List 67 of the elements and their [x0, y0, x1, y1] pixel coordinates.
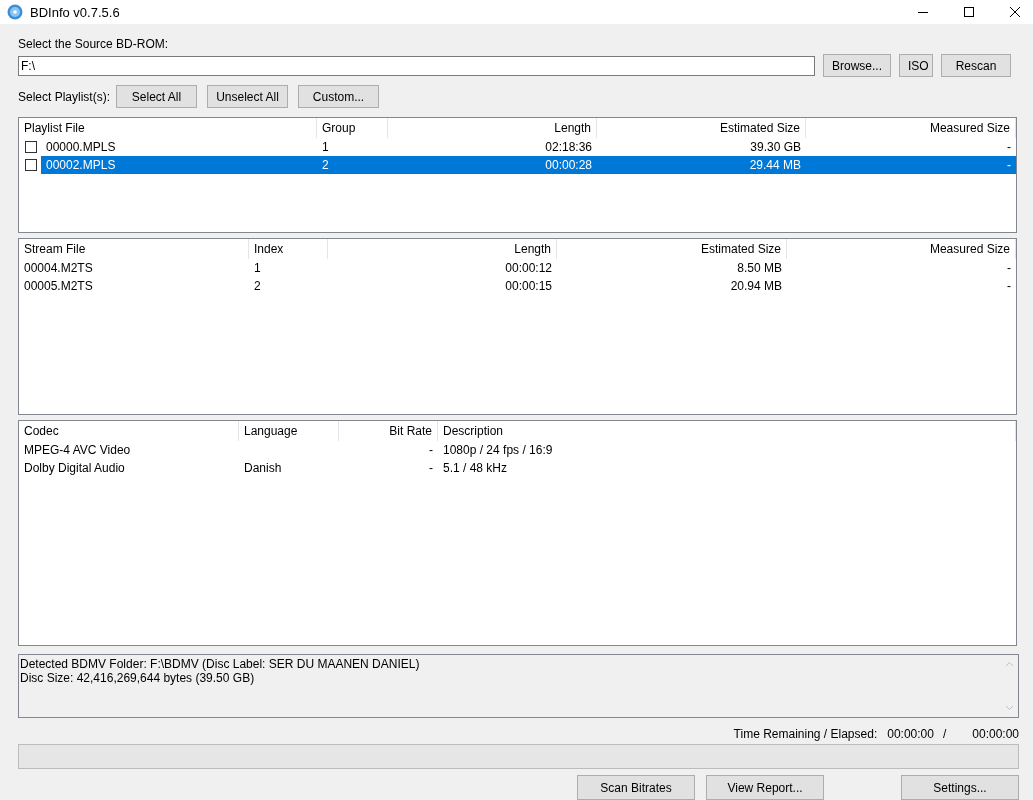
scan-bitrates-button[interactable]: Scan Bitrates — [577, 775, 695, 800]
maximize-icon[interactable] — [963, 6, 975, 18]
close-icon[interactable] — [1009, 6, 1021, 18]
table-cell-text: 5.1 / 48 kHz — [442, 460, 509, 477]
column-header[interactable]: Group — [317, 118, 388, 138]
table-cell-text: 8.50 MB — [736, 260, 783, 277]
column-header[interactable]: Description — [438, 421, 1016, 441]
table-cell-text: Dolby Digital Audio — [23, 460, 126, 477]
window-title: BDInfo v0.7.5.6 — [30, 4, 120, 20]
column-header[interactable]: Index — [249, 239, 328, 259]
column-header[interactable]: Estimated Size — [597, 118, 806, 138]
disc-icon — [7, 4, 23, 20]
source-button[interactable]: Browse... — [823, 54, 891, 77]
column-header[interactable]: Bit Rate — [339, 421, 438, 441]
playlist-select-button[interactable]: Select All — [116, 85, 197, 108]
table-cell-text: Danish — [243, 460, 283, 477]
table-cell-text: - — [1006, 157, 1012, 174]
table-cell-text: - — [428, 442, 434, 459]
table-cell-text: 1080p / 24 fps / 16:9 — [442, 442, 554, 459]
checkbox[interactable] — [25, 141, 37, 153]
table-cell-text: 2 — [321, 157, 330, 174]
column-header[interactable]: Measured Size — [787, 239, 1016, 259]
table-cell-text: 1 — [253, 260, 262, 277]
table-cell-text: - — [428, 460, 434, 477]
checkbox[interactable] — [25, 159, 37, 171]
column-header[interactable]: Length — [388, 118, 597, 138]
table-cell-text: MPEG-4 AVC Video — [23, 442, 132, 459]
column-header[interactable]: Estimated Size — [557, 239, 787, 259]
source-button[interactable]: ISO — [899, 54, 933, 77]
table-cell-text: 39.30 GB — [749, 139, 802, 156]
table-cell-text: - — [1006, 278, 1012, 295]
column-header[interactable]: Language — [239, 421, 339, 441]
table-cell-text: - — [1006, 139, 1012, 156]
table-cell-text: 00:00:15 — [504, 278, 553, 295]
table-cell-text: 20.94 MB — [729, 278, 783, 295]
time-remaining: 00:00:00 — [887, 726, 934, 742]
table-cell-text: 00005.M2TS — [23, 278, 94, 295]
time-separator: / — [942, 726, 947, 742]
log-line: Disc Size: 42,416,269,644 bytes (39.50 GB) — [20, 671, 256, 685]
table-cell-text: 29.44 MB — [748, 157, 802, 174]
table-cell-text: 00000.MPLS — [45, 139, 117, 156]
table-cell-text: 00004.M2TS — [23, 260, 94, 277]
playlist-select-label: Select Playlist(s): — [18, 89, 112, 104]
source-label: Select the Source BD-ROM: — [18, 36, 170, 52]
source-button[interactable]: Rescan — [941, 54, 1011, 77]
table-cell-text: 00:00:28 — [544, 157, 593, 174]
view-report-button[interactable]: View Report... — [706, 775, 824, 800]
column-header[interactable]: Codec — [19, 421, 239, 441]
settings-button[interactable]: Settings... — [901, 775, 1019, 800]
playlist-row[interactable]: 00000.MPLS 1 02:18:36 39.30 GB - — [41, 138, 1016, 156]
column-header[interactable]: Length — [328, 239, 557, 259]
playlist-row[interactable]: 00002.MPLS 2 00:00:28 29.44 MB - — [41, 156, 1016, 174]
source-path-field[interactable]: F:\ — [18, 55, 815, 76]
table-cell-text: 2 — [253, 278, 262, 295]
column-header[interactable]: Stream File — [19, 239, 249, 259]
column-header[interactable]: Measured Size — [806, 118, 1016, 138]
log-line: Detected BDMV Folder: F:\BDMV (Disc Label: SER DU MAANEN DANIEL) — [20, 657, 421, 671]
table-cell-text: 02:18:36 — [544, 139, 593, 156]
table-cell-text: 00002.MPLS — [45, 157, 117, 174]
column-header[interactable]: Playlist File — [19, 118, 317, 138]
playlist-select-button[interactable]: Custom... — [298, 85, 379, 108]
time-elapsed: 00:00:00 — [972, 726, 1019, 742]
table-cell-text: 1 — [321, 139, 330, 156]
table-cell-text: - — [1006, 260, 1012, 277]
playlist-select-button[interactable]: Unselect All — [207, 85, 288, 108]
table-cell-text: 00:00:12 — [504, 260, 553, 277]
time-label: Time Remaining / Elapsed: — [733, 726, 878, 742]
